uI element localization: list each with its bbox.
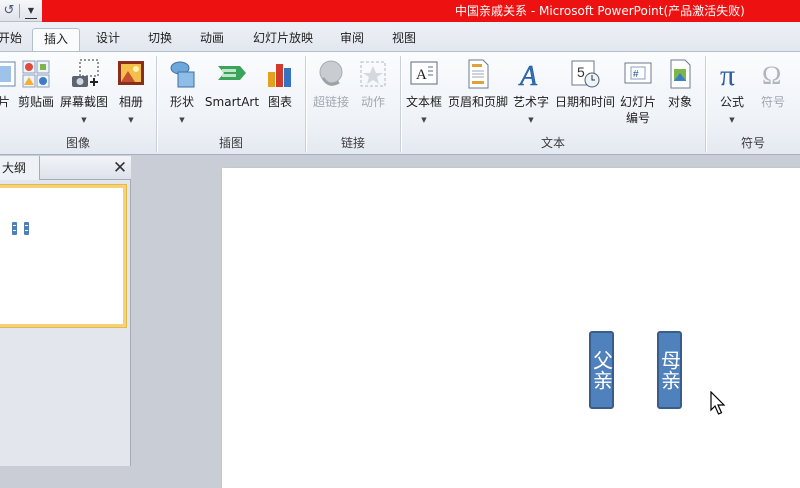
photo-album-button[interactable]: 相册 ▼ [112, 58, 150, 136]
slide-editing-area: 父亲 母亲 [136, 156, 800, 488]
svg-text:Ω: Ω [762, 61, 781, 90]
tab-outline[interactable]: 大纲 [0, 156, 40, 180]
chevron-down-icon: ▼ [179, 116, 185, 124]
picture-icon [0, 61, 16, 87]
slide-thumbnail[interactable] [0, 185, 126, 327]
group-label-links: 链接 [340, 136, 365, 150]
equation-button[interactable]: π 公式 ▼ [714, 58, 750, 136]
header-footer-button[interactable]: 页眉和页脚 [446, 58, 510, 136]
slide-number-icon: # [624, 62, 652, 84]
chevron-down-icon: ▼ [81, 116, 87, 124]
svg-text:A: A [518, 61, 538, 90]
ribbon: 片 剪贴画 屏幕截图 ▼ 相册 ▼ 图像 形状 ▼ SmartArt 图表 插图… [0, 51, 800, 155]
screenshot-button[interactable]: 屏幕截图 ▼ [58, 58, 110, 136]
header-footer-icon [468, 59, 489, 89]
tab-insert[interactable]: 插入 [32, 28, 80, 52]
thumbnail-node [24, 222, 29, 235]
object-button[interactable]: 对象 [662, 58, 698, 136]
tab-review[interactable]: 审阅 [332, 28, 372, 51]
undo-icon[interactable]: ↺ [2, 3, 16, 19]
shapes-button[interactable]: 形状 ▼ [164, 58, 200, 136]
action-button[interactable]: 动作 [356, 58, 390, 136]
date-time-icon: 5 [571, 60, 600, 88]
date-time-button[interactable]: 5 日期和时间 [554, 58, 616, 136]
tab-view[interactable]: 视图 [384, 28, 424, 51]
group-label-images: 图像 [65, 136, 90, 150]
hyperlink-icon [319, 60, 343, 86]
slide-canvas[interactable]: 父亲 母亲 [222, 168, 800, 488]
hyperlink-button[interactable]: 超链接 [310, 58, 352, 136]
clipart-button[interactable]: 剪贴画 [16, 58, 56, 136]
group-label-illustrations: 插图 [218, 136, 243, 150]
tab-animations[interactable]: 动画 [192, 28, 232, 51]
svg-text:π: π [720, 59, 735, 90]
object-icon [670, 59, 691, 89]
node-father[interactable]: 父亲 [589, 331, 614, 409]
chevron-down-icon: ▼ [528, 116, 534, 124]
wordart-icon: A [518, 61, 539, 90]
ribbon-tab-bar: 开始 插入 设计 切换 动画 幻灯片放映 审阅 视图 [0, 22, 800, 52]
tab-home[interactable]: 开始 [0, 28, 22, 51]
shapes-icon [170, 61, 195, 88]
close-icon[interactable]: ✕ [111, 158, 129, 178]
wordart-button[interactable]: A 艺术字 ▼ [512, 58, 550, 136]
mouse-cursor-icon [710, 391, 726, 415]
chevron-down-icon: ▼ [729, 116, 735, 124]
svg-text:5: 5 [577, 64, 585, 80]
equation-icon: π [720, 59, 735, 90]
symbol-icon: Ω [762, 61, 781, 90]
slide-number-button[interactable]: # 幻灯片 编号 [618, 58, 658, 136]
qat-separator [19, 4, 20, 18]
textbox-icon: A [410, 61, 438, 85]
clipart-icon [22, 60, 50, 88]
title-bar: ↺ ▼ 中国亲戚关系 - Microsoft PowerPoint(产品激活失败… [0, 0, 800, 22]
qat-customize-icon[interactable]: ▼ [25, 3, 37, 19]
slides-outline-pane: 大纲 ✕ [0, 156, 131, 466]
tab-design[interactable]: 设计 [88, 28, 128, 51]
symbol-button[interactable]: Ω 符号 [756, 58, 790, 136]
chevron-down-icon: ▼ [128, 116, 134, 124]
tab-transitions[interactable]: 切换 [140, 28, 180, 51]
smartart-icon [218, 66, 246, 80]
svg-text:A: A [416, 67, 427, 83]
window-title: 中国亲戚关系 - Microsoft PowerPoint(产品激活失败) [455, 4, 745, 18]
chevron-down-icon: ▼ [421, 116, 427, 124]
svg-text:#: # [633, 69, 639, 80]
group-label-text: 文本 [540, 136, 565, 150]
chart-button[interactable]: 图表 [262, 58, 298, 136]
action-icon [360, 61, 386, 87]
smartart-button[interactable]: SmartArt [204, 58, 260, 136]
tab-slideshow[interactable]: 幻灯片放映 [246, 28, 320, 51]
group-label-symbols: 符号 [740, 136, 765, 150]
chart-icon [268, 64, 291, 87]
picture-button[interactable]: 片 [0, 58, 16, 136]
photo-album-icon [118, 61, 144, 85]
pane-tabs: 大纲 ✕ [0, 156, 131, 180]
screenshot-icon [72, 59, 99, 87]
node-mother[interactable]: 母亲 [657, 331, 682, 409]
textbox-button[interactable]: A 文本框 ▼ [404, 58, 444, 136]
thumbnail-node [12, 222, 17, 235]
